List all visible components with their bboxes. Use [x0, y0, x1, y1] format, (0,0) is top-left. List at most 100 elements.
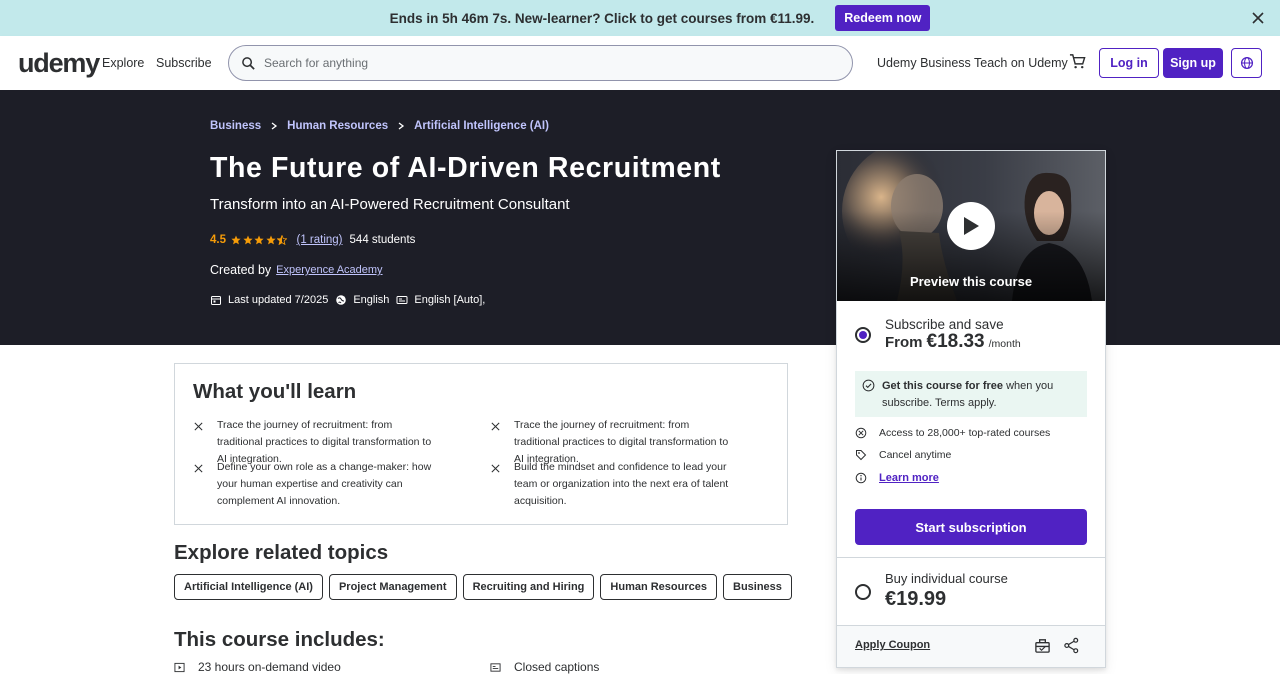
includes-item-text: 23 hours on-demand video — [198, 660, 341, 674]
gift-icon[interactable] — [1034, 637, 1051, 654]
calendar-icon — [211, 296, 221, 305]
star-icon — [254, 235, 264, 245]
access-icon — [855, 427, 867, 439]
created-by-label: Created by — [210, 263, 272, 277]
check-icon — [491, 464, 500, 473]
star-icon — [242, 235, 253, 245]
share-icon[interactable] — [1063, 637, 1080, 654]
top-header: udemy Explore Subscribe Udemy Business T… — [0, 36, 1280, 90]
rating-row: 4.5 (1 rating) 544 students — [210, 234, 415, 246]
explore-link[interactable]: Explore — [102, 56, 144, 70]
video-icon — [174, 662, 185, 672]
chevron-right-icon — [397, 122, 405, 130]
subscribe-label: Subscribe and save — [885, 317, 1004, 332]
start-subscription-button[interactable]: Start subscription — [855, 509, 1087, 545]
search-input[interactable] — [264, 56, 824, 70]
course-includes-title: This course includes: — [174, 628, 385, 651]
globe-icon — [336, 295, 347, 305]
promo-text[interactable]: Ends in 5h 46m 7s. New-learner? Click to… — [390, 11, 815, 26]
course-meta-row: Last updated 7/2025 English English [Aut… — [210, 294, 492, 306]
captions: English [Auto], — [414, 294, 486, 306]
last-updated: Last updated 7/2025 — [228, 294, 329, 306]
teach-on-udemy-link[interactable]: Teach on Udemy — [974, 56, 1068, 70]
rating-value: 4.5 — [210, 234, 226, 246]
badge-check-icon — [862, 379, 875, 392]
chevron-right-icon — [270, 122, 278, 130]
perk-cancel: Cancel anytime — [855, 449, 951, 461]
learn-item: Define your own role as a change-maker: … — [193, 459, 433, 510]
star-icon — [265, 235, 276, 245]
perk-learn-more: Learn more — [855, 472, 939, 484]
star-half-icon — [277, 235, 287, 245]
subscription-price: €18.33 — [926, 331, 985, 352]
card-divider — [837, 557, 1105, 558]
breadcrumb-human-resources[interactable]: Human Resources — [287, 120, 388, 132]
check-icon — [194, 464, 203, 473]
related-topics-list: Artificial Intelligence (AI) Project Man… — [174, 574, 798, 600]
search-bar[interactable] — [228, 45, 853, 81]
logo-text: udemy — [18, 47, 100, 78]
log-in-button[interactable]: Log in — [1099, 48, 1159, 78]
tag-icon — [856, 450, 867, 461]
purchase-card: Preview this course Subscribe and save F… — [836, 150, 1106, 668]
created-by-row: Created by Experyence Academy — [210, 263, 383, 277]
individual-course-radio[interactable] — [855, 584, 871, 600]
subscribe-radio[interactable] — [855, 327, 871, 343]
subscribe-link[interactable]: Subscribe — [156, 56, 212, 70]
check-icon — [491, 422, 500, 431]
learn-item-text: Define your own role as a change-maker: … — [217, 461, 432, 507]
language-button[interactable] — [1231, 48, 1262, 78]
includes-video: 23 hours on-demand video — [174, 660, 341, 674]
card-divider — [837, 625, 1105, 626]
course-preview[interactable]: Preview this course — [837, 151, 1105, 301]
close-icon[interactable] — [1250, 10, 1266, 26]
breadcrumb-ai[interactable]: Artificial Intelligence (AI) — [414, 120, 549, 132]
card-footer: Apply Coupon — [837, 625, 1105, 667]
price-period: /month — [988, 338, 1021, 350]
udemy-logo[interactable]: udemy — [18, 47, 100, 78]
from-label: From — [885, 334, 923, 351]
info-icon — [855, 472, 867, 484]
perk-text: Access to 28,000+ top-rated courses — [879, 427, 1051, 439]
includes-captions: Closed captions — [490, 660, 599, 674]
preview-label: Preview this course — [909, 274, 1033, 289]
topic-project-management[interactable]: Project Management — [328, 574, 457, 600]
free-course-notice: Get this course for free when you subscr… — [855, 371, 1087, 417]
language: English — [353, 294, 390, 306]
redeem-now-button[interactable]: Redeem now — [835, 5, 931, 31]
course-subtitle: Transform into an AI-Powered Recruitment… — [210, 196, 570, 213]
learn-more-link[interactable]: Learn more — [879, 472, 939, 484]
cart-icon[interactable] — [1069, 53, 1086, 70]
closed-captions-icon — [396, 296, 408, 304]
course-title: The Future of AI-Driven Recruitment — [210, 152, 721, 184]
instructor-link[interactable]: Experyence Academy — [276, 264, 382, 276]
individual-course-price: €19.99 — [885, 588, 947, 610]
breadcrumb-business[interactable]: Business — [210, 120, 261, 132]
search-icon[interactable] — [241, 56, 256, 71]
udemy-business-link[interactable]: Udemy Business — [877, 56, 971, 70]
promo-banner: Ends in 5h 46m 7s. New-learner? Click to… — [0, 0, 1280, 36]
perk-access: Access to 28,000+ top-rated courses — [855, 427, 1050, 439]
breadcrumb: Business Human Resources Artificial Inte… — [210, 120, 549, 132]
check-icon — [194, 422, 203, 431]
topic-human-resources[interactable]: Human Resources — [600, 574, 717, 600]
rating-count-link[interactable]: (1 rating) — [297, 234, 343, 246]
topic-recruiting-hiring[interactable]: Recruiting and Hiring — [462, 574, 595, 600]
apply-coupon-link[interactable]: Apply Coupon — [855, 639, 930, 651]
rating-stars — [231, 235, 289, 245]
related-topics-title: Explore related topics — [174, 541, 389, 564]
closed-captions-icon — [490, 662, 501, 672]
topic-business[interactable]: Business — [723, 574, 792, 600]
play-icon — [964, 217, 979, 235]
learn-item-text: Build the mindset and confidence to lead… — [514, 461, 729, 507]
learn-item: Build the mindset and confidence to lead… — [490, 459, 730, 510]
globe-icon — [1240, 56, 1254, 70]
sign-up-button[interactable]: Sign up — [1163, 48, 1223, 78]
subscribe-price-row: From €18.33 /month — [885, 331, 1021, 353]
star-icon — [231, 235, 241, 245]
topic-ai[interactable]: Artificial Intelligence (AI) — [174, 574, 323, 600]
learn-title: What you'll learn — [193, 380, 357, 403]
play-button[interactable] — [947, 202, 995, 250]
individual-course-label: Buy individual course — [885, 571, 1008, 586]
free-course-strong: Get this course for free — [882, 380, 1004, 392]
